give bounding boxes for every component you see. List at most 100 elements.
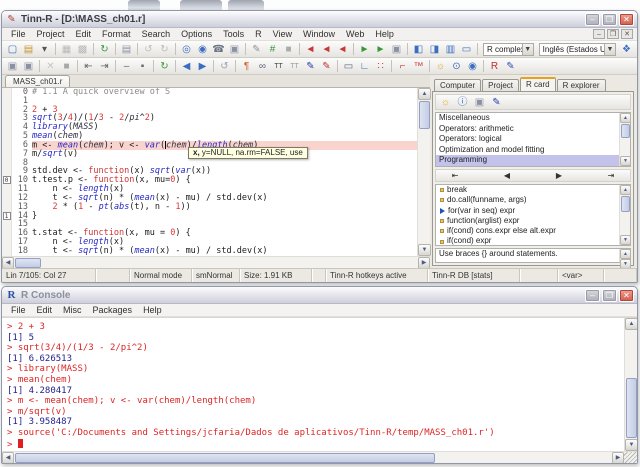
file-browser-button[interactable]: ▣: [5, 59, 20, 74]
menu-help[interactable]: Help: [370, 29, 399, 39]
category-scrollbar[interactable]: ▲ ▼: [619, 113, 630, 166]
history-button[interactable]: ↺: [217, 59, 232, 74]
info-button[interactable]: ⓘ: [455, 95, 470, 110]
tinnr-titlebar[interactable]: ✎ Tinn-R - [D:\MASS_ch01.r] – ❐ ✕: [2, 11, 637, 28]
layout-io-button[interactable]: ◨: [427, 42, 442, 57]
run-selection-button[interactable]: ►: [357, 42, 372, 57]
scroll-right-icon[interactable]: ▶: [612, 452, 624, 464]
unindent-button[interactable]: ⇤: [81, 59, 96, 74]
scroll-up-icon[interactable]: ▲: [620, 113, 631, 123]
stop-button[interactable]: ■: [281, 42, 296, 57]
copy-card-button[interactable]: ▣: [472, 95, 487, 110]
code-line[interactable]: 13 2 * (1 - pt(abs(t), n - 1)): [2, 203, 417, 212]
close-button[interactable]: ✕: [619, 289, 634, 302]
resize-grip[interactable]: [624, 452, 637, 464]
category-miscellaneous[interactable]: Miscellaneous: [436, 113, 619, 124]
document-tab[interactable]: MASS_ch01.r: [5, 75, 70, 87]
code-line[interactable]: 0# 1.1 A quick overview of S: [2, 88, 417, 97]
rcard-item[interactable]: do.call(funname, args): [436, 195, 619, 205]
scroll-up-icon[interactable]: ▲: [418, 88, 431, 100]
highlight-pen-button[interactable]: ✎: [303, 59, 318, 74]
stamp-button[interactable]: ™: [411, 59, 426, 74]
menu-format[interactable]: Format: [97, 29, 136, 39]
nav-prev-button[interactable]: ◀: [496, 171, 518, 180]
tab-project[interactable]: Project: [482, 79, 519, 91]
refresh-button[interactable]: ↻: [157, 59, 172, 74]
chevron-down-icon[interactable]: ▼: [522, 44, 533, 55]
console-vscroll-thumb[interactable]: [626, 378, 637, 438]
redo-button[interactable]: ↻: [157, 42, 172, 57]
block-select-button[interactable]: ■: [59, 59, 74, 74]
console-vertical-scrollbar[interactable]: ▲ ▼: [624, 318, 637, 451]
spell-language-combobox[interactable]: Inglês (Estados Unidos)▼: [539, 43, 616, 56]
rconsole-titlebar[interactable]: R R Console – ❐ ✕: [2, 287, 637, 304]
collapse-fold-button[interactable]: –: [119, 59, 134, 74]
fold-marker[interactable]: 1: [3, 212, 11, 220]
menu-file[interactable]: File: [6, 305, 31, 315]
scroll-down-icon[interactable]: ▼: [620, 156, 631, 166]
editor-hscroll-thumb[interactable]: [15, 258, 41, 268]
scroll-down-icon[interactable]: ▼: [418, 244, 431, 256]
maximize-button[interactable]: ❐: [602, 13, 617, 26]
editor-horizontal-scrollbar[interactable]: ◀ ▶: [2, 256, 430, 268]
goto-line-button[interactable]: ▣: [227, 42, 242, 57]
category-operators-logical[interactable]: Operators: logical: [436, 134, 619, 145]
project-panel-button[interactable]: ▣: [21, 59, 36, 74]
r-syntax-button[interactable]: #: [265, 42, 280, 57]
layout-horizontal-button[interactable]: ▭: [459, 42, 474, 57]
send-line-button[interactable]: ◄: [303, 42, 318, 57]
menu-window[interactable]: Window: [298, 29, 340, 39]
menu-options[interactable]: Options: [176, 29, 217, 39]
item-scroll-thumb[interactable]: [621, 196, 630, 212]
preview-glasses-button[interactable]: ∞: [255, 59, 270, 74]
editor-vertical-scrollbar[interactable]: ▲ ▼: [417, 88, 430, 256]
open-dropdown-button[interactable]: ▾: [37, 42, 52, 57]
hide-panel-button[interactable]: ✕: [43, 59, 58, 74]
menu-packages[interactable]: Packages: [88, 305, 138, 315]
scroll-left-icon[interactable]: ◀: [2, 452, 14, 464]
nav-next-button[interactable]: ▶: [548, 171, 570, 180]
r-computation-combobox[interactable]: R complex▼: [483, 43, 534, 56]
scroll-up-icon[interactable]: ▲: [620, 185, 631, 195]
console-horizontal-scrollbar[interactable]: ◀ ▶: [2, 451, 637, 463]
expand-fold-button[interactable]: ▪: [135, 59, 150, 74]
spell-pencil-button[interactable]: ✎: [249, 42, 264, 57]
menu-file[interactable]: File: [6, 29, 31, 39]
console-prompt[interactable]: >: [7, 439, 624, 450]
layout-both-button[interactable]: ▥: [443, 42, 458, 57]
replace-button[interactable]: ☎: [211, 42, 226, 57]
console-hscroll-thumb[interactable]: [15, 453, 435, 463]
mdi-restore-button[interactable]: ❐: [607, 29, 619, 39]
maximize-button[interactable]: ❐: [602, 289, 617, 302]
send-selection-button[interactable]: ◄: [319, 42, 334, 57]
menu-web[interactable]: Web: [341, 29, 369, 39]
rcard-item[interactable]: function(arglist) expr: [436, 216, 619, 226]
rcard-item[interactable]: if(cond) cons.expr else alt.expr: [436, 226, 619, 236]
tip-lamp-button[interactable]: ☼: [438, 95, 453, 110]
minimize-button[interactable]: –: [585, 289, 600, 302]
nav-back-button[interactable]: ◀: [179, 59, 194, 74]
font-decrease-button[interactable]: TT: [287, 59, 302, 74]
open-file-button[interactable]: ▤: [21, 42, 36, 57]
reopen-button[interactable]: ↻: [97, 42, 112, 57]
chart-view-button[interactable]: ∟: [357, 59, 372, 74]
tab-r-card[interactable]: R card: [520, 77, 556, 91]
code-editor[interactable]: 0# 1.1 A quick overview of S122 + 33sqrt…: [2, 88, 417, 256]
font-increase-button[interactable]: TT: [271, 59, 286, 74]
r-send-pen-button[interactable]: ✎: [503, 59, 518, 74]
console-output[interactable]: > 2 + 3[1] 5> sqrt(3/4)/(1/3 - 2/pi^2)[1…: [2, 318, 624, 451]
new-file-button[interactable]: ▢: [5, 42, 20, 57]
indent-button[interactable]: ⇥: [97, 59, 112, 74]
mdi-close-button[interactable]: ✕: [621, 29, 633, 39]
category-operators-arithmetic[interactable]: Operators: arithmetic: [436, 124, 619, 135]
layout-editor-button[interactable]: ◧: [411, 42, 426, 57]
scroll-down-icon[interactable]: ▼: [620, 235, 631, 245]
save-button[interactable]: ▦: [59, 42, 74, 57]
tab-r-explorer[interactable]: R explorer: [557, 79, 606, 91]
category-programming[interactable]: Programming: [436, 155, 619, 166]
scroll-down-icon[interactable]: ▼: [625, 439, 638, 451]
item-scrollbar[interactable]: ▲ ▼: [619, 185, 630, 245]
minimize-button[interactable]: –: [585, 13, 600, 26]
nav-forward-button[interactable]: ▶: [195, 59, 210, 74]
code-line[interactable]: 114}: [2, 212, 417, 221]
